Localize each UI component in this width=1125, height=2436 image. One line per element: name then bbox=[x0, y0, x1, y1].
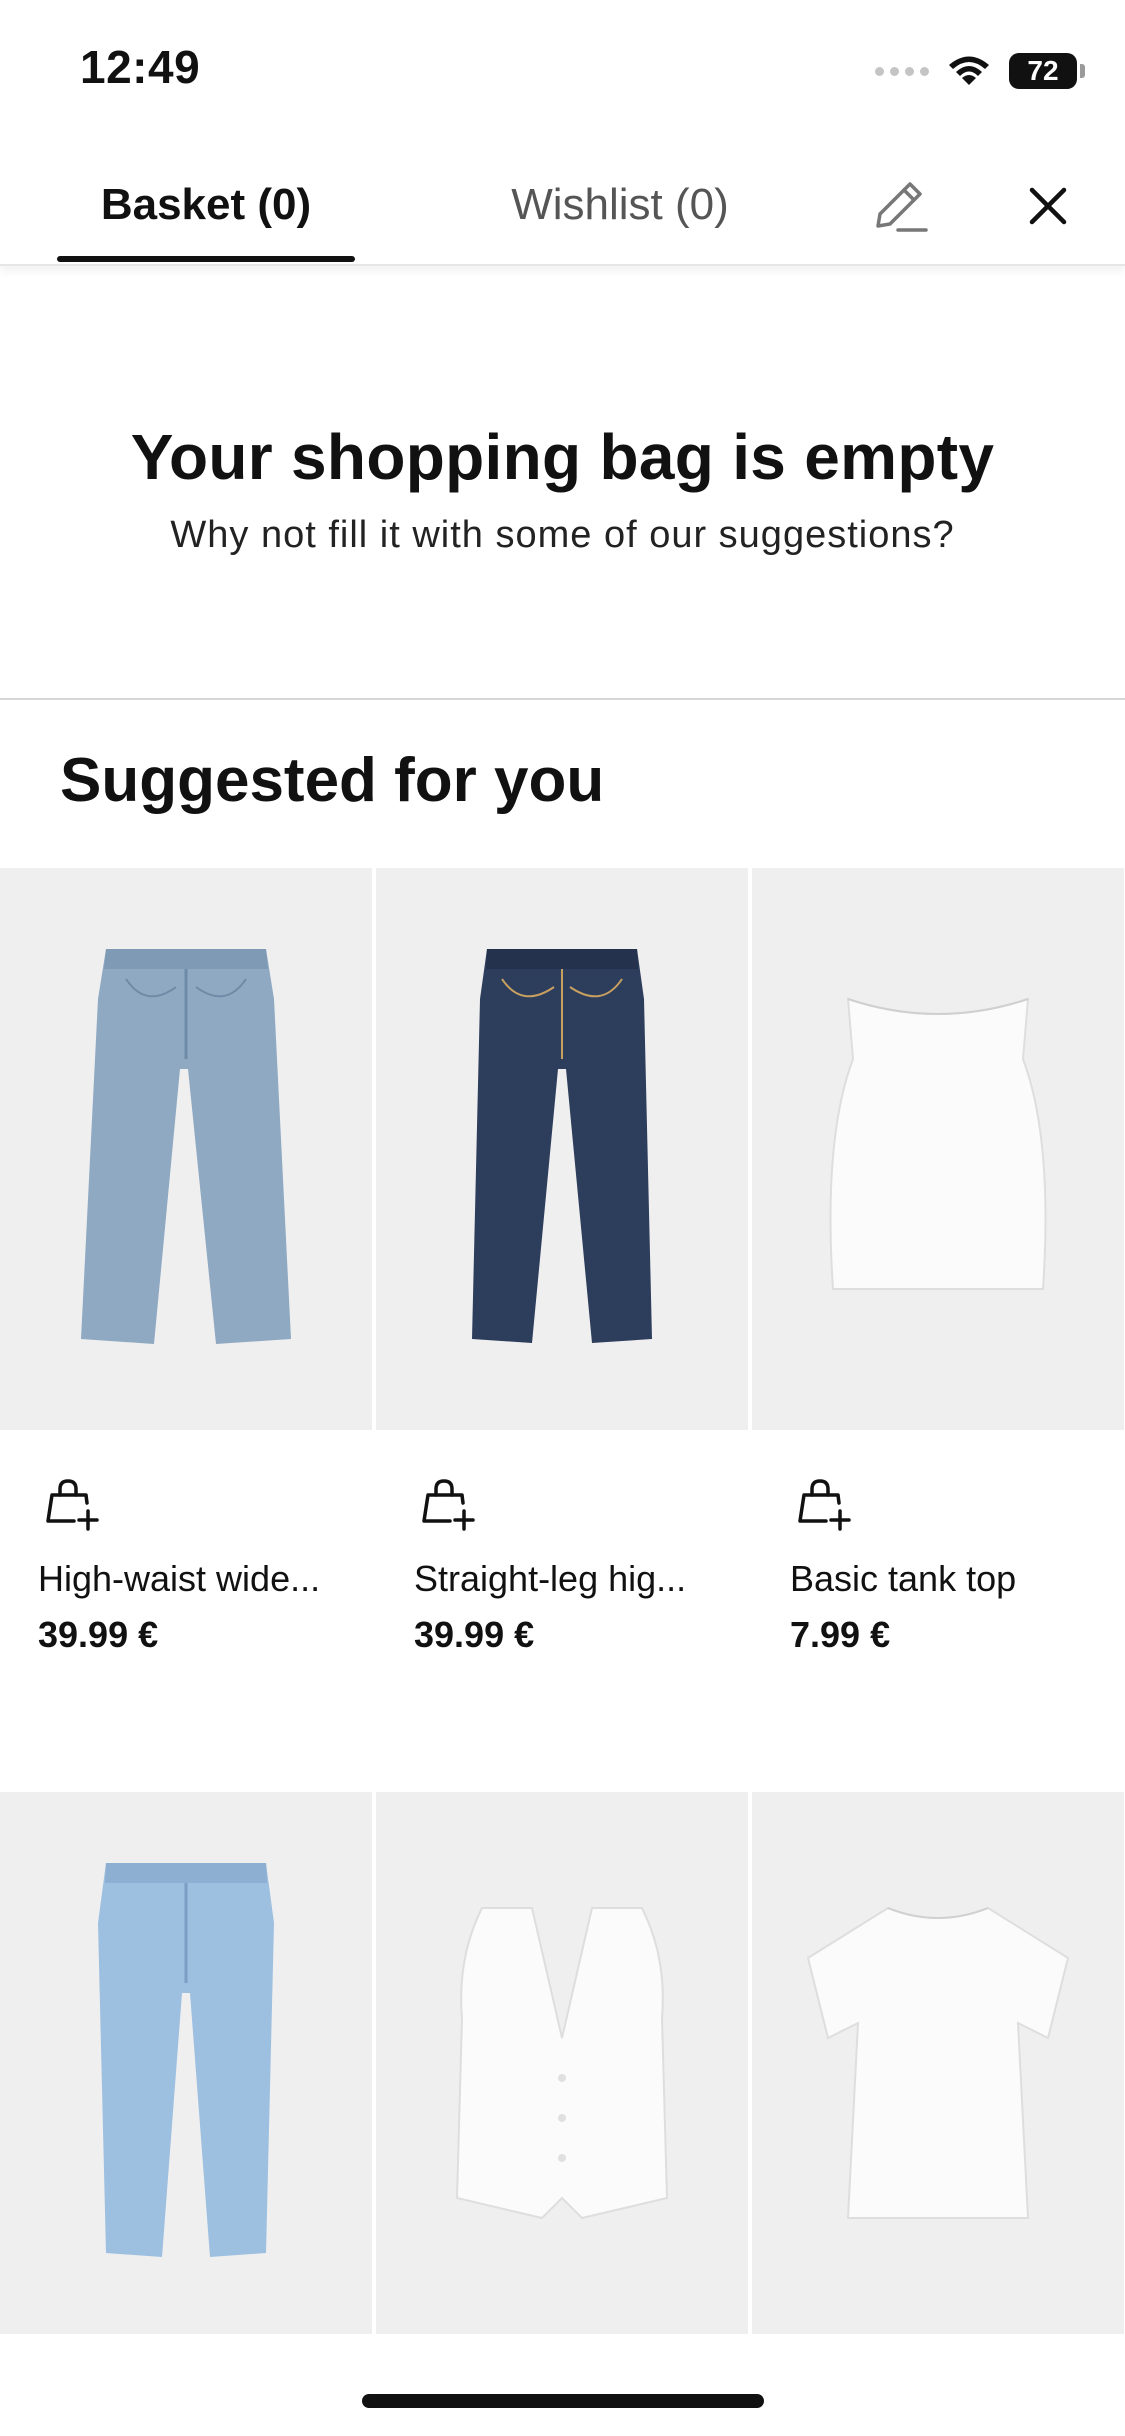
product-name[interactable]: High-waist wide... bbox=[38, 1558, 320, 1600]
close-button[interactable] bbox=[1008, 166, 1088, 246]
product-card[interactable] bbox=[0, 1792, 372, 2334]
product-image[interactable] bbox=[376, 868, 748, 1430]
empty-bag-subtitle: Why not fill it with some of our suggest… bbox=[170, 514, 955, 556]
tabs-header: Basket (0) Wishlist (0) bbox=[0, 140, 1125, 266]
status-bar: 12:49 72 bbox=[0, 0, 1125, 140]
light-wash-wide-leg-jeans-image bbox=[81, 949, 291, 1344]
product-name[interactable]: Straight-leg hig... bbox=[414, 1558, 686, 1600]
product-image[interactable] bbox=[0, 868, 372, 1430]
divider bbox=[0, 698, 1125, 700]
dark-wash-straight-jeans-image bbox=[472, 949, 652, 1343]
pencil-icon bbox=[876, 182, 928, 232]
white-tank-top-image bbox=[829, 997, 1047, 1290]
empty-bag-title: Your shopping bag is empty bbox=[130, 421, 995, 493]
product-card[interactable] bbox=[752, 1792, 1124, 2334]
product-image[interactable] bbox=[0, 1792, 372, 2334]
light-blue-mom-jeans-image bbox=[98, 1863, 274, 2257]
wifi-icon bbox=[949, 56, 989, 85]
white-vest-image bbox=[455, 1907, 669, 2220]
add-to-bag-icon[interactable] bbox=[416, 1473, 476, 1533]
status-icons: 72 bbox=[875, 48, 1085, 94]
product-image[interactable] bbox=[752, 1792, 1124, 2334]
product-card[interactable] bbox=[376, 1792, 748, 2334]
home-indicator[interactable] bbox=[362, 2394, 764, 2408]
tab-basket[interactable]: Basket (0) bbox=[57, 170, 355, 240]
empty-bag-message: Your shopping bag is empty Why not fill … bbox=[0, 420, 1125, 557]
battery-icon: 72 bbox=[1009, 53, 1085, 89]
tab-wishlist[interactable]: Wishlist (0) bbox=[470, 170, 770, 240]
add-to-bag-icon[interactable] bbox=[792, 1473, 852, 1533]
product-image[interactable] bbox=[752, 868, 1124, 1430]
battery-level: 72 bbox=[1027, 55, 1059, 86]
product-card[interactable]: High-waist wide... 39.99 € bbox=[0, 868, 372, 1655]
section-title: Suggested for you bbox=[60, 746, 605, 815]
active-tab-indicator bbox=[57, 256, 355, 262]
add-to-bag-icon[interactable] bbox=[40, 1473, 100, 1533]
product-card[interactable]: Basic tank top 7.99 € bbox=[752, 868, 1124, 1655]
product-card[interactable]: Straight-leg hig... 39.99 € bbox=[376, 868, 748, 1655]
product-name[interactable]: Basic tank top bbox=[790, 1558, 1016, 1600]
product-price: 7.99 € bbox=[790, 1614, 891, 1655]
signal-icon bbox=[875, 66, 929, 76]
product-price: 39.99 € bbox=[414, 1614, 535, 1655]
status-time: 12:49 bbox=[80, 41, 201, 93]
product-image[interactable] bbox=[376, 1792, 748, 2334]
white-t-shirt-image bbox=[806, 1906, 1070, 2219]
edit-button[interactable] bbox=[860, 166, 940, 246]
close-icon bbox=[1029, 187, 1067, 225]
product-price: 39.99 € bbox=[38, 1614, 159, 1655]
